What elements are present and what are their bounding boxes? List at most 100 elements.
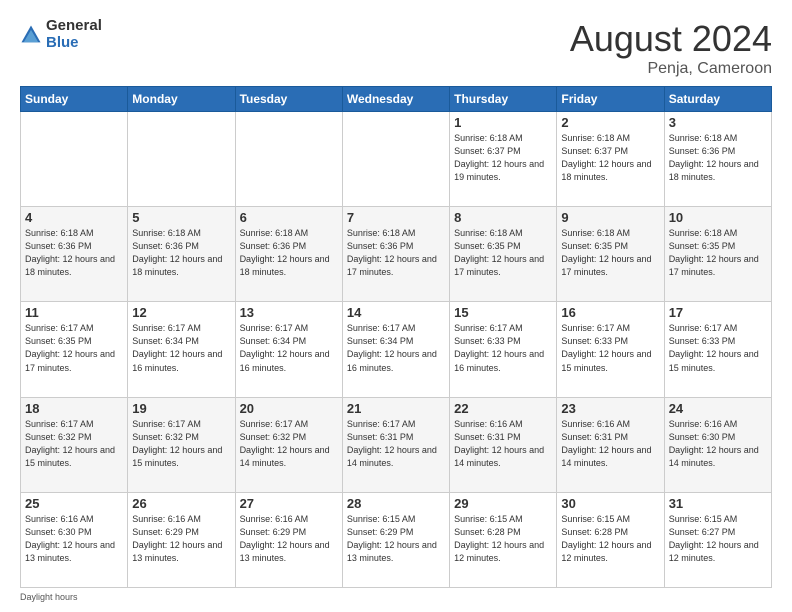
calendar-cell: 20Sunrise: 6:17 AM Sunset: 6:32 PM Dayli…	[235, 397, 342, 492]
calendar-cell: 17 Sunrise: 6:17 AM Sunset: 6:33 PM Dayli…	[664, 302, 771, 397]
day-number: 26	[132, 496, 230, 511]
header-row: SundayMondayTuesdayWednesdayThursdayFrid…	[21, 87, 772, 112]
page: General Blue August 2024 Penja, Cameroon…	[0, 0, 792, 612]
day-info: Sunrise: 6:18 AM Sunset: 6:35 PM Dayligh…	[669, 227, 767, 279]
day-number: 29	[454, 496, 552, 511]
weekday-header: Wednesday	[342, 87, 449, 112]
calendar-cell: 24 Sunrise: 6:16 AM Sunset: 6:30 PM Dayli…	[664, 397, 771, 492]
title-section: August 2024 Penja, Cameroon	[570, 18, 772, 78]
calendar-cell: 12 Sunrise: 6:17 AM Sunset: 6:34 PM Dayli…	[128, 302, 235, 397]
calendar-cell: 23Sunrise: 6:16 AM Sunset: 6:31 PM Dayli…	[557, 397, 664, 492]
day-info: Sunrise: 6:16 AM Sunset: 6:30 PM Dayligh…	[25, 513, 123, 565]
day-info: Sunrise: 6:18 AM Sunset: 6:36 PM Dayligh…	[132, 227, 230, 279]
calendar-week-row: 25Sunrise: 6:16 AM Sunset: 6:30 PM Dayli…	[21, 492, 772, 587]
calendar-cell: 30 Sunrise: 6:15 AM Sunset: 6:28 PM Dayli…	[557, 492, 664, 587]
day-info: Sunrise: 6:18 AM Sunset: 6:36 PM Dayligh…	[347, 227, 445, 279]
generalblue-logo-icon	[20, 24, 42, 46]
day-number: 10	[669, 210, 767, 225]
logo-general: General	[46, 18, 102, 35]
calendar-cell: 6Sunrise: 6:18 AM Sunset: 6:36 PM Daylig…	[235, 207, 342, 302]
day-number: 18	[25, 401, 123, 416]
calendar-cell: 21 Sunrise: 6:17 AM Sunset: 6:31 PM Dayli…	[342, 397, 449, 492]
day-number: 3	[669, 115, 767, 130]
day-info: Sunrise: 6:17 AM Sunset: 6:31 PM Dayligh…	[347, 418, 445, 470]
calendar-cell: 4Sunrise: 6:18 AM Sunset: 6:36 PM Daylig…	[21, 207, 128, 302]
day-number: 31	[669, 496, 767, 511]
day-info: Sunrise: 6:17 AM Sunset: 6:32 PM Dayligh…	[132, 418, 230, 470]
day-number: 4	[25, 210, 123, 225]
calendar-cell: 22 Sunrise: 6:16 AM Sunset: 6:31 PM Dayli…	[450, 397, 557, 492]
calendar-cell: 3Sunrise: 6:18 AM Sunset: 6:36 PM Daylig…	[664, 112, 771, 207]
calendar-cell: 19 Sunrise: 6:17 AM Sunset: 6:32 PM Dayli…	[128, 397, 235, 492]
day-number: 30	[561, 496, 659, 511]
day-info: Sunrise: 6:17 AM Sunset: 6:34 PM Dayligh…	[240, 322, 338, 374]
weekday-header: Tuesday	[235, 87, 342, 112]
calendar-cell: 7 Sunrise: 6:18 AM Sunset: 6:36 PM Daylig…	[342, 207, 449, 302]
footer: Daylight hours	[20, 592, 772, 602]
day-number: 16	[561, 305, 659, 320]
day-info: Sunrise: 6:17 AM Sunset: 6:34 PM Dayligh…	[347, 322, 445, 374]
weekday-header: Friday	[557, 87, 664, 112]
calendar-cell: 25Sunrise: 6:16 AM Sunset: 6:30 PM Dayli…	[21, 492, 128, 587]
calendar-cell: 5 Sunrise: 6:18 AM Sunset: 6:36 PM Daylig…	[128, 207, 235, 302]
calendar-cell: 26 Sunrise: 6:16 AM Sunset: 6:29 PM Dayli…	[128, 492, 235, 587]
weekday-header: Sunday	[21, 87, 128, 112]
day-number: 17	[669, 305, 767, 320]
day-info: Sunrise: 6:17 AM Sunset: 6:33 PM Dayligh…	[454, 322, 552, 374]
day-info: Sunrise: 6:17 AM Sunset: 6:35 PM Dayligh…	[25, 322, 123, 374]
day-info: Sunrise: 6:18 AM Sunset: 6:35 PM Dayligh…	[454, 227, 552, 279]
day-number: 14	[347, 305, 445, 320]
day-number: 21	[347, 401, 445, 416]
day-number: 22	[454, 401, 552, 416]
day-number: 7	[347, 210, 445, 225]
calendar-week-row: 4 Sunrise: 6:18 AM Sunset: 6:36 PM Daylig…	[21, 207, 772, 302]
day-number: 11	[25, 305, 123, 320]
day-number: 24	[669, 401, 767, 416]
day-number: 8	[454, 210, 552, 225]
day-info: Sunrise: 6:18 AM Sunset: 6:37 PM Dayligh…	[454, 132, 552, 184]
calendar-cell	[21, 112, 128, 207]
day-number: 28	[347, 496, 445, 511]
day-info: Sunrise: 6:18 AM Sunset: 6:37 PM Dayligh…	[561, 132, 659, 184]
day-info: Sunrise: 6:16 AM Sunset: 6:29 PM Dayligh…	[132, 513, 230, 565]
day-info: Sunrise: 6:16 AM Sunset: 6:30 PM Dayligh…	[669, 418, 767, 470]
day-info: Sunrise: 6:18 AM Sunset: 6:35 PM Dayligh…	[561, 227, 659, 279]
calendar-cell: 1Sunrise: 6:18 AM Sunset: 6:37 PM Daylig…	[450, 112, 557, 207]
calendar-cell	[342, 112, 449, 207]
calendar-cell: 13 Sunrise: 6:17 AM Sunset: 6:34 PM Dayli…	[235, 302, 342, 397]
day-info: Sunrise: 6:16 AM Sunset: 6:31 PM Dayligh…	[454, 418, 552, 470]
day-info: Sunrise: 6:15 AM Sunset: 6:28 PM Dayligh…	[561, 513, 659, 565]
weekday-header: Saturday	[664, 87, 771, 112]
calendar-cell: 28 Sunrise: 6:15 AM Sunset: 6:29 PM Dayli…	[342, 492, 449, 587]
top-section: General Blue August 2024 Penja, Cameroon	[20, 18, 772, 78]
day-info: Sunrise: 6:15 AM Sunset: 6:28 PM Dayligh…	[454, 513, 552, 565]
day-info: Sunrise: 6:17 AM Sunset: 6:34 PM Dayligh…	[132, 322, 230, 374]
calendar-cell: 29 Sunrise: 6:15 AM Sunset: 6:28 PM Dayli…	[450, 492, 557, 587]
day-number: 13	[240, 305, 338, 320]
logo-blue: Blue	[46, 35, 102, 52]
logo-text: General Blue	[46, 18, 102, 51]
day-number: 27	[240, 496, 338, 511]
calendar-table: SundayMondayTuesdayWednesdayThursdayFrid…	[20, 86, 772, 588]
calendar-cell: 15 Sunrise: 6:17 AM Sunset: 6:33 PM Dayli…	[450, 302, 557, 397]
calendar-cell: 31 Sunrise: 6:15 AM Sunset: 6:27 PM Dayli…	[664, 492, 771, 587]
calendar-cell: 18Sunrise: 6:17 AM Sunset: 6:32 PM Dayli…	[21, 397, 128, 492]
weekday-header: Monday	[128, 87, 235, 112]
day-info: Sunrise: 6:15 AM Sunset: 6:29 PM Dayligh…	[347, 513, 445, 565]
calendar-cell: 27 Sunrise: 6:16 AM Sunset: 6:29 PM Dayli…	[235, 492, 342, 587]
daylight-label: Daylight hours	[20, 592, 78, 602]
day-number: 15	[454, 305, 552, 320]
calendar-week-row: 1Sunrise: 6:18 AM Sunset: 6:37 PM Daylig…	[21, 112, 772, 207]
day-info: Sunrise: 6:16 AM Sunset: 6:29 PM Dayligh…	[240, 513, 338, 565]
calendar-cell: 2Sunrise: 6:18 AM Sunset: 6:37 PM Daylig…	[557, 112, 664, 207]
calendar-cell: 14 Sunrise: 6:17 AM Sunset: 6:34 PM Dayli…	[342, 302, 449, 397]
calendar-cell: 11 Sunrise: 6:17 AM Sunset: 6:35 PM Dayli…	[21, 302, 128, 397]
calendar-cell: 10 Sunrise: 6:18 AM Sunset: 6:35 PM Dayli…	[664, 207, 771, 302]
day-info: Sunrise: 6:17 AM Sunset: 6:32 PM Dayligh…	[240, 418, 338, 470]
day-info: Sunrise: 6:17 AM Sunset: 6:33 PM Dayligh…	[669, 322, 767, 374]
day-number: 12	[132, 305, 230, 320]
day-info: Sunrise: 6:15 AM Sunset: 6:27 PM Dayligh…	[669, 513, 767, 565]
day-number: 5	[132, 210, 230, 225]
day-number: 19	[132, 401, 230, 416]
day-number: 6	[240, 210, 338, 225]
